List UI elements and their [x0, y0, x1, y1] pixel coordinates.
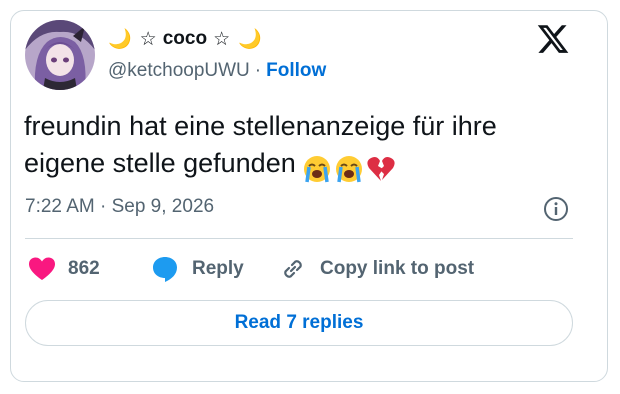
loudly-crying-face-icon	[335, 155, 362, 183]
moon-emoji-left: 🌙	[108, 29, 132, 50]
moon-emoji-right: 🌙	[238, 29, 262, 50]
follow-link[interactable]: Follow	[266, 60, 326, 81]
avatar[interactable]	[25, 20, 95, 90]
timestamp[interactable]: 7:22 AM · Sep 9, 2026	[25, 196, 214, 218]
like-count: 862	[68, 258, 100, 279]
heart-icon	[29, 257, 55, 280]
user-handle[interactable]: @ketchoopUWU	[108, 60, 250, 81]
display-name: coco	[162, 28, 208, 49]
link-icon	[284, 260, 302, 278]
copy-link-label: Copy link to post	[320, 258, 475, 279]
read-replies-button[interactable]: Read 7 replies	[25, 300, 573, 346]
tweet-text-line-2: eigene stelle gefunden	[24, 145, 584, 186]
reply-button[interactable]: Reply	[150, 252, 244, 286]
tweet-text: freundin hat eine stellenanzeige für ihr…	[24, 108, 584, 186]
star-left: ☆	[139, 28, 157, 50]
like-button[interactable]: 862	[28, 252, 100, 286]
tweet-text-line-1: freundin hat eine stellenanzeige für ihr…	[24, 111, 497, 141]
separator-dot: ·	[254, 60, 262, 81]
tweet-text-line-2-text: eigene stelle gefunden	[24, 148, 296, 178]
loudly-crying-face-icon	[303, 155, 330, 183]
display-name-row[interactable]: 🌙 ☆ coco ☆ 🌙	[108, 26, 262, 52]
star-right: ☆	[213, 28, 231, 50]
handle-row: @ketchoopUWU · Follow	[108, 60, 326, 82]
read-replies-label: Read 7 replies	[234, 312, 364, 333]
reply-bubble-icon	[153, 257, 177, 282]
emoji-group	[302, 149, 398, 186]
divider	[25, 238, 573, 239]
x-logo-icon[interactable]	[536, 22, 570, 56]
reply-label: Reply	[192, 258, 244, 279]
copy-link-button[interactable]: Copy link to post	[278, 252, 474, 286]
broken-heart-icon	[367, 156, 395, 181]
info-icon[interactable]	[543, 196, 569, 222]
